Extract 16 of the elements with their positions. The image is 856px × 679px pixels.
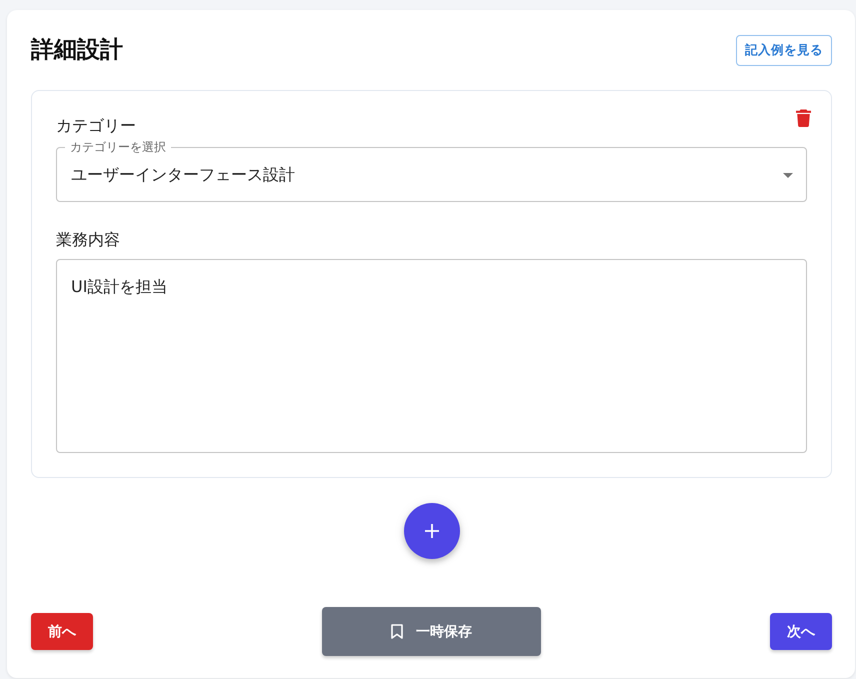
page-title: 詳細設計 bbox=[31, 36, 123, 65]
category-label: カテゴリー bbox=[56, 115, 136, 137]
next-button[interactable]: 次へ bbox=[770, 613, 832, 650]
bookmark-icon bbox=[391, 624, 403, 639]
selected-value: ユーザーインターフェース設計 bbox=[71, 164, 295, 186]
example-button[interactable]: 記入例を見る bbox=[736, 34, 832, 66]
plus-icon bbox=[424, 524, 438, 538]
trash-icon[interactable] bbox=[796, 109, 811, 127]
content-label: 業務内容 bbox=[56, 229, 120, 251]
add-button[interactable] bbox=[404, 503, 460, 559]
caret-icon bbox=[783, 172, 793, 178]
back-button[interactable]: 前へ bbox=[31, 613, 93, 650]
select-label: カテゴリーを選択 bbox=[69, 141, 167, 154]
content-textarea[interactable]: UI設計を担当 bbox=[56, 259, 807, 453]
save-button[interactable]: 一時保存 bbox=[322, 607, 541, 656]
category-select[interactable]: カテゴリーを選択 ユーザーインターフェース設計 bbox=[56, 141, 807, 202]
